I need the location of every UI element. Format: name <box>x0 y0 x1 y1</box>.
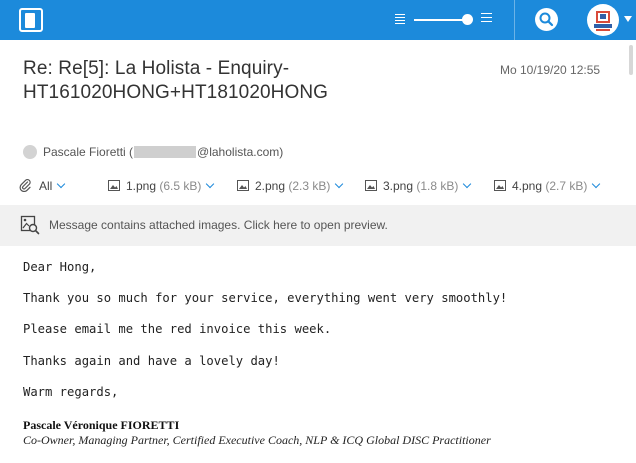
attachment-name: 2.png <box>255 179 286 193</box>
message-line: Thanks again and have a lovely day! <box>23 354 280 368</box>
sidebar-toggle-icon[interactable] <box>19 8 43 32</box>
chevron-down-icon[interactable] <box>206 179 215 189</box>
signature-name: Pascale Véronique FIORETTI <box>23 418 180 432</box>
density-comfortable-icon[interactable] <box>481 13 492 26</box>
sender-avatar-icon <box>23 145 37 159</box>
divider <box>514 0 515 40</box>
image-icon <box>108 180 120 191</box>
message-line: Thank you so much for your service, ever… <box>23 291 508 305</box>
chevron-down-icon[interactable] <box>335 179 344 189</box>
density-slider-track[interactable] <box>414 19 466 21</box>
redacted-email-local-part <box>134 146 197 158</box>
attachment-4[interactable]: 4.png (2.7 kB) <box>494 177 601 195</box>
image-preview-icon <box>20 215 40 235</box>
message-line: Please email me the red invoice this wee… <box>23 322 332 336</box>
search-icon[interactable] <box>535 8 558 31</box>
message-line: Dear Hong, <box>23 260 97 274</box>
all-label: All <box>39 179 53 193</box>
message-line: Warm regards, <box>23 385 119 399</box>
sender-email-domain[interactable]: @laholista.com) <box>197 145 283 159</box>
scrollbar[interactable] <box>629 45 633 75</box>
avatar[interactable] <box>587 4 619 36</box>
image-preview-message: Message contains attached images. Click … <box>49 218 388 232</box>
density-compact-icon[interactable] <box>395 14 405 25</box>
attachment-size: (2.3 kB) <box>288 179 331 193</box>
attachment-size: (2.7 kB) <box>545 179 588 193</box>
top-bar <box>0 0 636 40</box>
attachment-name: 3.png <box>383 179 414 193</box>
attachment-1[interactable]: 1.png (6.5 kB) <box>108 177 215 195</box>
image-icon <box>237 180 249 191</box>
chevron-down-icon[interactable] <box>57 179 66 189</box>
image-preview-banner[interactable]: Message contains attached images. Click … <box>0 205 636 246</box>
attachment-name: 1.png <box>126 179 157 193</box>
paperclip-icon <box>19 179 31 192</box>
attachment-name: 4.png <box>512 179 543 193</box>
image-icon <box>494 180 506 191</box>
email-date: Mo 10/19/20 12:55 <box>500 63 601 77</box>
attachment-2[interactable]: 2.png (2.3 kB) <box>237 177 344 195</box>
email-subject: Re: Re[5]: La Holista - Enquiry-HT161020… <box>23 58 329 103</box>
sender-name[interactable]: Pascale Fioretti ( <box>43 145 133 159</box>
account-menu-chevron-icon[interactable] <box>624 16 632 22</box>
attachment-3[interactable]: 3.png (1.8 kB) <box>365 177 472 195</box>
chevron-down-icon[interactable] <box>463 179 472 189</box>
all-attachments-button[interactable]: All <box>19 177 66 195</box>
image-icon <box>365 180 377 191</box>
attachment-size: (1.8 kB) <box>416 179 459 193</box>
chevron-down-icon[interactable] <box>592 179 601 189</box>
density-slider-thumb[interactable] <box>462 14 473 25</box>
signature-title: Co-Owner, Managing Partner, Certified Ex… <box>23 433 491 447</box>
attachment-size: (6.5 kB) <box>159 179 202 193</box>
